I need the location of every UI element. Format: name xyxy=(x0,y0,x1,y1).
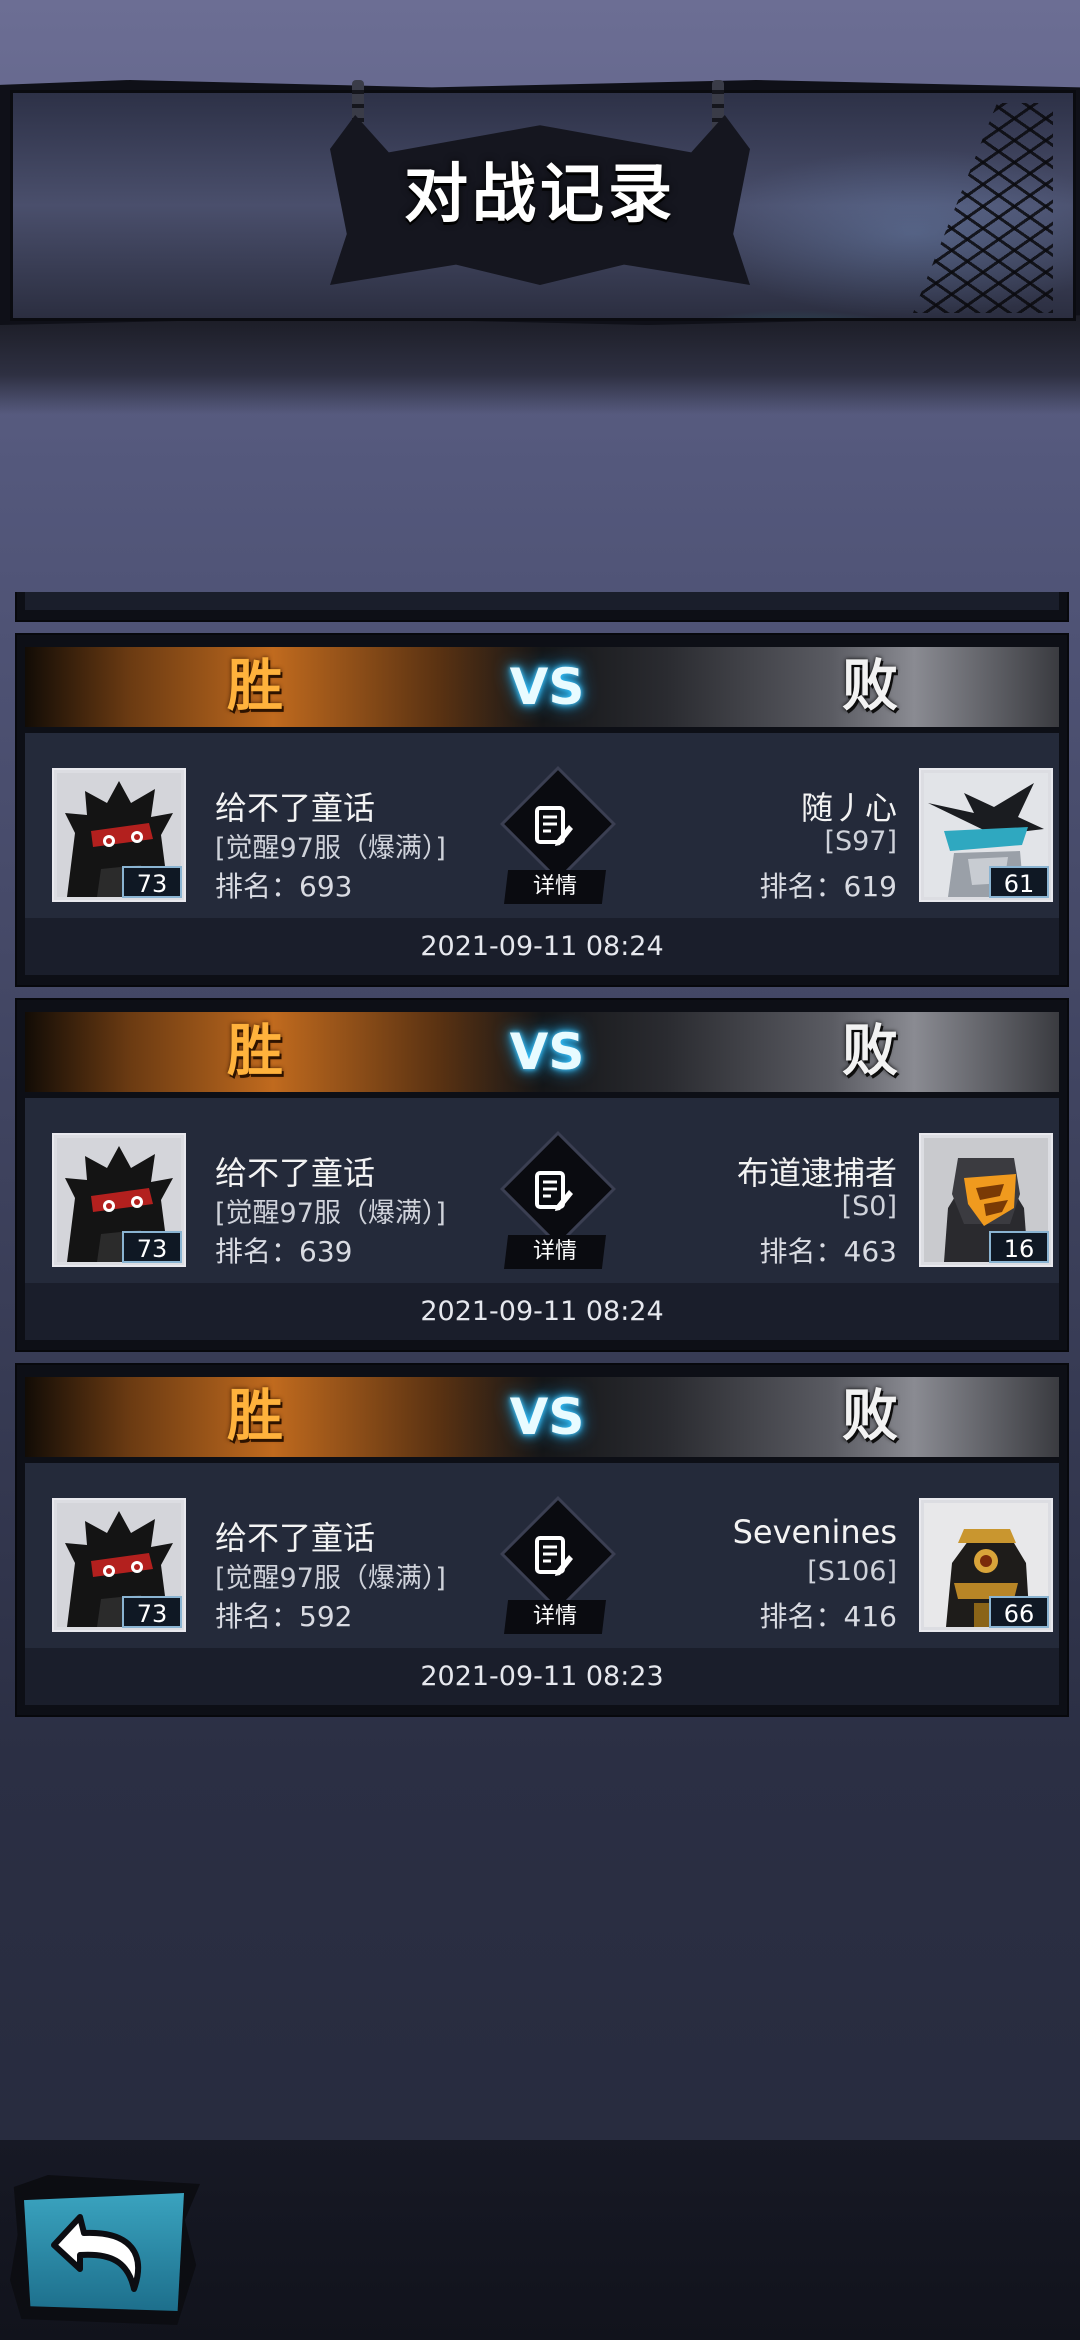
win-label: 胜 xyxy=(227,654,283,719)
battle-record-card: 胜 VS 败 73 给不了童话 [觉醒97服（爆满）] 排名：749 xyxy=(15,592,1069,622)
win-label: 胜 xyxy=(227,1384,283,1449)
document-edit-icon xyxy=(535,1171,573,1211)
player-name: 给不了童话 xyxy=(215,1154,376,1192)
record-footer: 2021-09-11 08:23 xyxy=(25,1648,1059,1705)
page-title: 对战记录 xyxy=(404,158,676,232)
rope-net-decoration xyxy=(913,103,1053,313)
record-header: 胜 VS 败 xyxy=(25,647,1059,727)
player-avatar[interactable]: 73 xyxy=(52,768,186,902)
detail-button[interactable]: 详情 xyxy=(500,1135,612,1273)
player-level-badge: 73 xyxy=(122,866,182,898)
player-server: [觉醒97服（爆满）] xyxy=(215,1198,446,1229)
battle-record-list[interactable]: 胜 VS 败 73 给不了童话 [觉醒97服（爆满）] 排名：749 xyxy=(0,592,1080,1972)
player-server: [觉醒97服（爆满）] xyxy=(215,1563,446,1594)
opponent-rank: 排名：416 xyxy=(759,1600,897,1633)
record-footer: 2021-09-11 08:25 xyxy=(25,592,1059,610)
player-rank: 排名：639 xyxy=(215,1235,353,1268)
player-avatar[interactable]: 73 xyxy=(52,1133,186,1267)
opponent-avatar[interactable]: 16 xyxy=(919,1133,1053,1267)
vs-label: VS xyxy=(509,658,585,716)
player-name: 给不了童话 xyxy=(215,1519,376,1557)
record-footer: 2021-09-11 08:24 xyxy=(25,918,1059,975)
player-level-badge: 73 xyxy=(122,1231,182,1263)
opponent-level-badge: 16 xyxy=(989,1231,1049,1263)
player-level-badge: 73 xyxy=(122,1596,182,1628)
player-name: 给不了童话 xyxy=(215,789,376,827)
opponent-name: 随丿心 xyxy=(800,789,897,827)
document-edit-icon xyxy=(535,806,573,846)
player-avatar[interactable]: 73 xyxy=(52,1498,186,1632)
opponent-avatar[interactable]: 61 xyxy=(919,768,1053,902)
record-time: 2021-09-11 08:24 xyxy=(420,931,664,962)
lose-label: 败 xyxy=(842,654,898,719)
record-footer: 2021-09-11 08:24 xyxy=(25,1283,1059,1340)
detail-button-label: 详情 xyxy=(504,870,606,904)
header-shadow xyxy=(0,315,1080,415)
opponent-level-badge: 61 xyxy=(989,866,1049,898)
detail-button[interactable]: 详情 xyxy=(500,1500,612,1638)
opponent-rank: 排名：463 xyxy=(759,1235,897,1268)
battle-record-card: 胜 VS 败 73 给不了童话 [觉醒97服（爆满）] 排名：592 详情 Se… xyxy=(15,1363,1069,1717)
vs-label: VS xyxy=(509,1023,585,1081)
record-body: 73 给不了童话 [觉醒97服（爆满）] 排名：592 详情 Sevenines… xyxy=(25,1463,1059,1648)
document-edit-icon xyxy=(535,1536,573,1576)
vs-label: VS xyxy=(509,1388,585,1446)
lose-label: 败 xyxy=(842,1019,898,1084)
player-rank: 排名：592 xyxy=(215,1600,353,1633)
opponent-server: [S106] xyxy=(807,1556,897,1587)
player-rank: 排名：693 xyxy=(215,870,353,903)
opponent-name: 布道逮捕者 xyxy=(736,1154,897,1192)
record-time: 2021-09-11 08:23 xyxy=(420,1661,664,1692)
opponent-rank: 排名：619 xyxy=(759,870,897,903)
battle-record-card: 胜 VS 败 73 给不了童话 [觉醒97服（爆满）] 排名：693 详情 随丿… xyxy=(15,633,1069,987)
win-label: 胜 xyxy=(227,1019,283,1084)
detail-button-label: 详情 xyxy=(504,1600,606,1634)
record-body: 73 给不了童话 [觉醒97服（爆满）] 排名：693 详情 随丿心 [S97]… xyxy=(25,733,1059,918)
player-server: [觉醒97服（爆满）] xyxy=(215,833,446,864)
record-time: 2021-09-11 08:25 xyxy=(25,592,1059,610)
return-arrow-icon xyxy=(51,2214,141,2292)
opponent-avatar[interactable]: 66 xyxy=(919,1498,1053,1632)
opponent-server: [S0] xyxy=(841,1191,897,1222)
battle-record-card: 胜 VS 败 73 给不了童话 [觉醒97服（爆满）] 排名：639 详情 布道… xyxy=(15,998,1069,1352)
record-time: 2021-09-11 08:24 xyxy=(420,1296,664,1327)
opponent-name: Sevenines xyxy=(732,1513,897,1551)
opponent-server: [S97] xyxy=(824,826,897,857)
record-header: 胜 VS 败 xyxy=(25,1012,1059,1092)
detail-button-label: 详情 xyxy=(504,1235,606,1269)
lose-label: 败 xyxy=(842,1384,898,1449)
opponent-level-badge: 66 xyxy=(989,1596,1049,1628)
record-header: 胜 VS 败 xyxy=(25,1377,1059,1457)
back-button[interactable] xyxy=(10,2175,200,2325)
detail-button[interactable]: 详情 xyxy=(500,770,612,908)
record-body: 73 给不了童话 [觉醒97服（爆满）] 排名：639 详情 布道逮捕者 [S0… xyxy=(25,1098,1059,1283)
